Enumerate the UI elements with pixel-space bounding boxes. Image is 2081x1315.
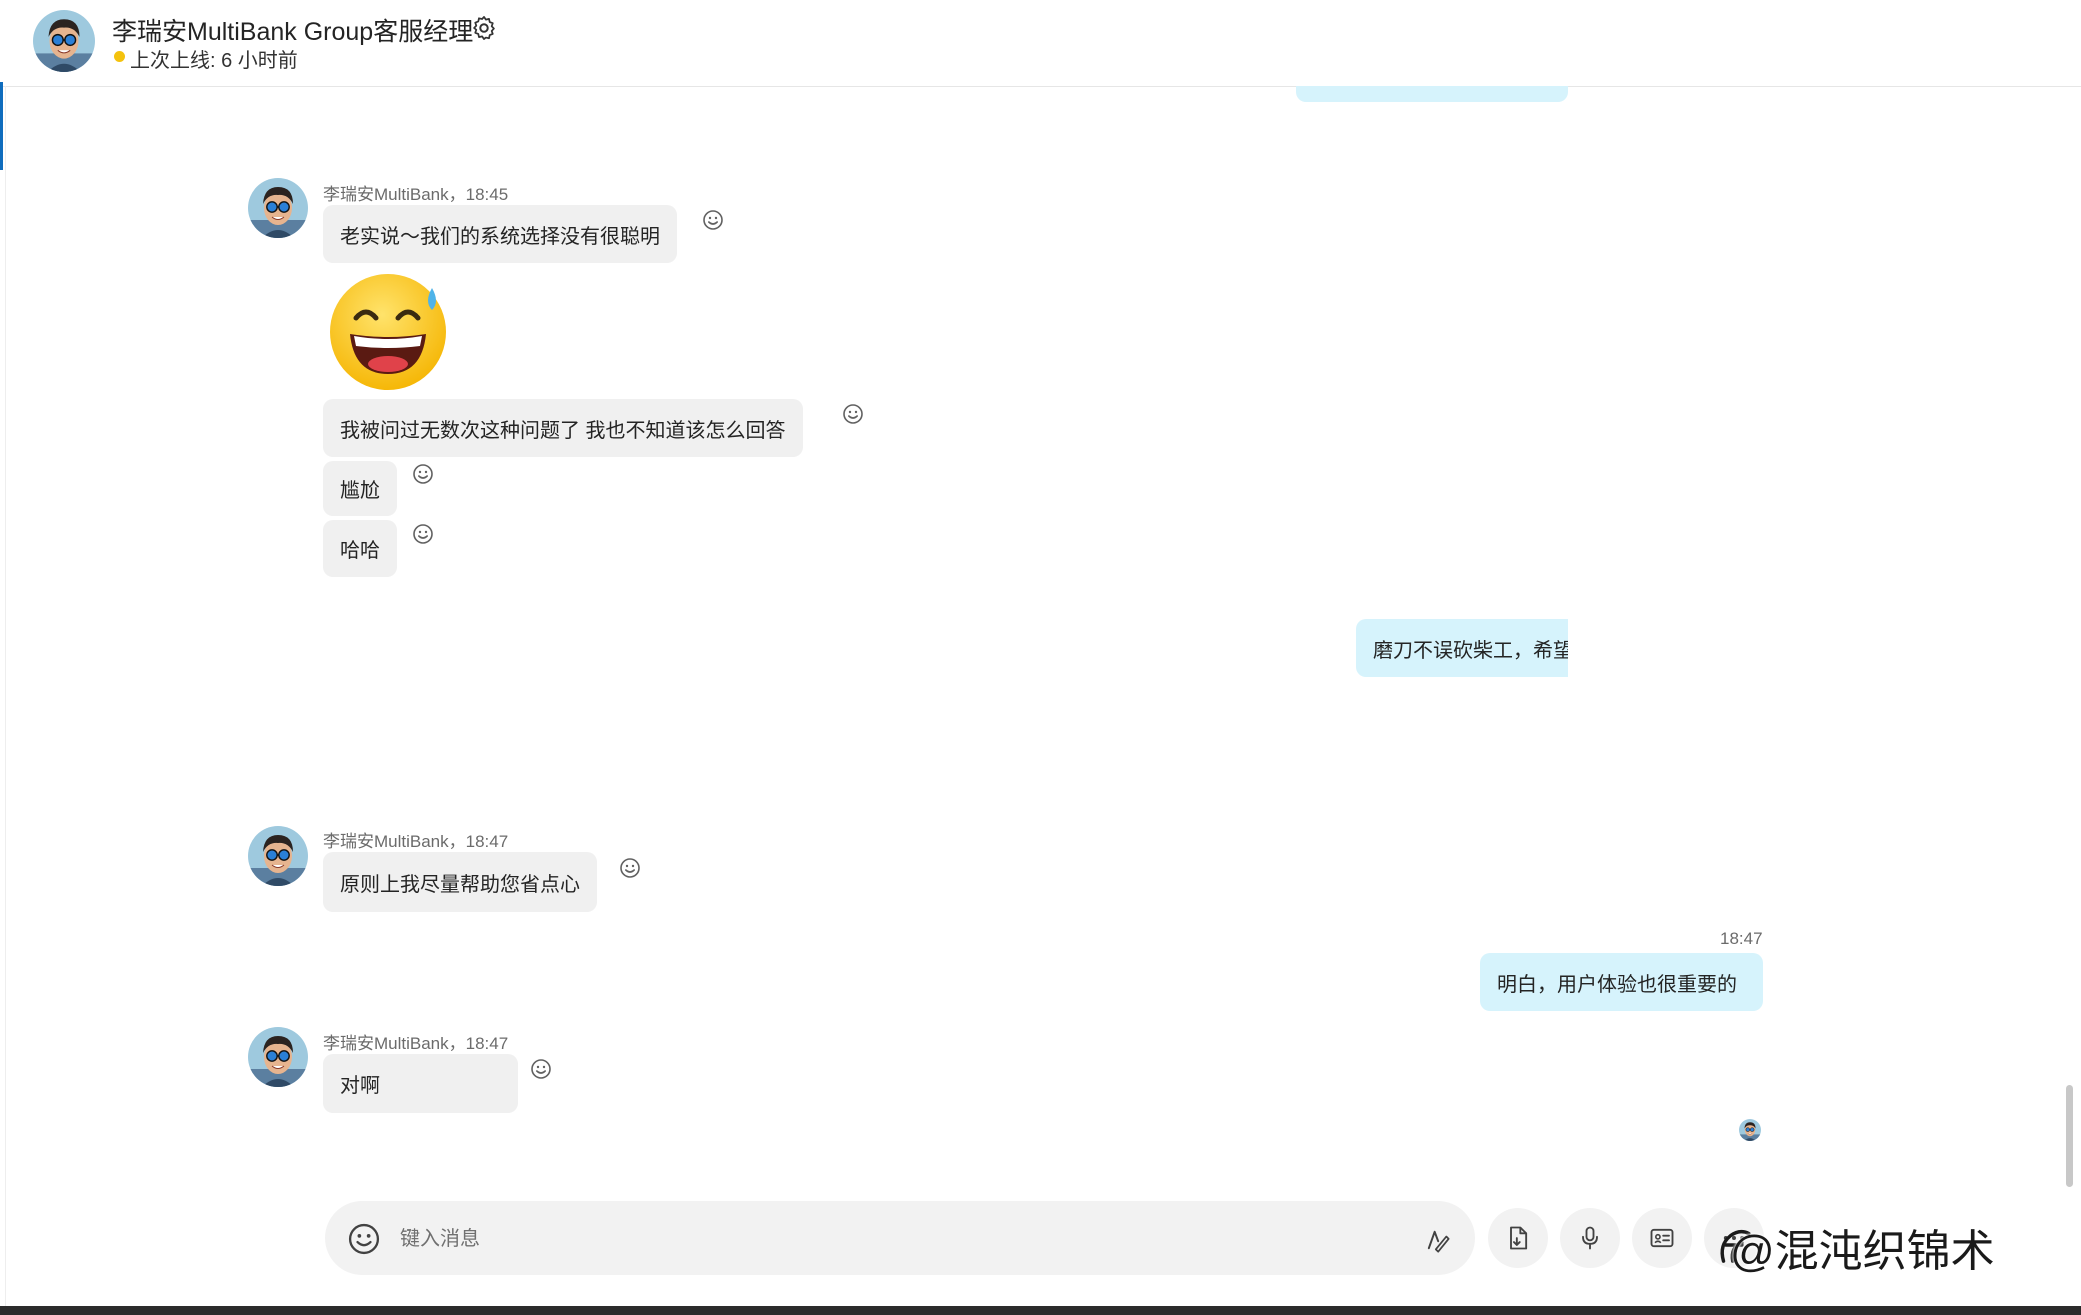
gear-icon[interactable] xyxy=(470,14,498,42)
sender-avatar[interactable] xyxy=(248,1027,308,1087)
attach-file-icon xyxy=(1510,1226,1528,1250)
chat-scrollbar[interactable] xyxy=(2066,1085,2073,1187)
contact-avatar[interactable] xyxy=(33,10,95,72)
sender-avatar[interactable] xyxy=(248,178,308,238)
active-chat-indicator xyxy=(0,82,3,170)
message-bubble[interactable]: 原则上我尽量帮助您省点心 xyxy=(323,852,597,912)
message-input[interactable] xyxy=(398,1216,1382,1262)
microphone-icon xyxy=(1582,1226,1598,1250)
react-emoji-icon[interactable] xyxy=(619,857,641,879)
left-pane-edge xyxy=(0,86,6,1315)
react-emoji-icon[interactable] xyxy=(530,1058,552,1080)
read-receipt-avatar xyxy=(1739,1119,1761,1141)
outgoing-message-bubble[interactable]: 磨刀不误砍柴工，希望 xyxy=(1356,619,1568,677)
message-timestamp: 18:47 xyxy=(1720,929,1763,948)
format-icon[interactable] xyxy=(1423,1226,1451,1254)
emoji-icon[interactable] xyxy=(347,1222,381,1256)
microphone-button[interactable] xyxy=(1560,1208,1620,1268)
message-bubble[interactable]: 我被问过无数次这种问题了 我也不知道该怎么回答 xyxy=(323,399,803,457)
react-emoji-icon[interactable] xyxy=(412,463,434,485)
attach-file-button[interactable] xyxy=(1488,1208,1548,1268)
message-bubble[interactable]: 老实说～我们的系统选择没有很聪明 xyxy=(323,205,677,263)
status-dot xyxy=(114,51,125,62)
sender-meta: 李瑞安MultiBank，18:45 xyxy=(323,185,509,204)
last-seen-status: 上次上线: 6 小时前 xyxy=(130,50,298,72)
react-emoji-icon[interactable] xyxy=(702,209,724,231)
react-emoji-icon[interactable] xyxy=(842,403,864,425)
grinning-sweat-emoji[interactable] xyxy=(328,270,450,392)
taskbar-edge xyxy=(0,1306,2081,1315)
watermark-text: @混沌织锦术 xyxy=(1730,1227,1995,1276)
react-emoji-icon[interactable] xyxy=(412,523,434,545)
contact-card-button[interactable] xyxy=(1632,1208,1692,1268)
contact-card-icon xyxy=(1650,1228,1674,1248)
message-bubble[interactable]: 哈哈 xyxy=(323,520,397,577)
outgoing-bubble-clipped[interactable] xyxy=(1296,86,1568,102)
sender-meta: 李瑞安MultiBank，18:47 xyxy=(323,832,509,851)
outgoing-message-bubble[interactable]: 明白，用户体验也很重要的 xyxy=(1480,953,1763,1011)
contact-name[interactable]: 李瑞安MultiBank Group客服经理 xyxy=(112,12,473,48)
message-bubble[interactable]: 对啊 xyxy=(323,1054,518,1113)
sender-meta: 李瑞安MultiBank，18:47 xyxy=(323,1034,509,1053)
message-bubble[interactable]: 尴尬 xyxy=(323,461,397,516)
sender-avatar[interactable] xyxy=(248,826,308,886)
